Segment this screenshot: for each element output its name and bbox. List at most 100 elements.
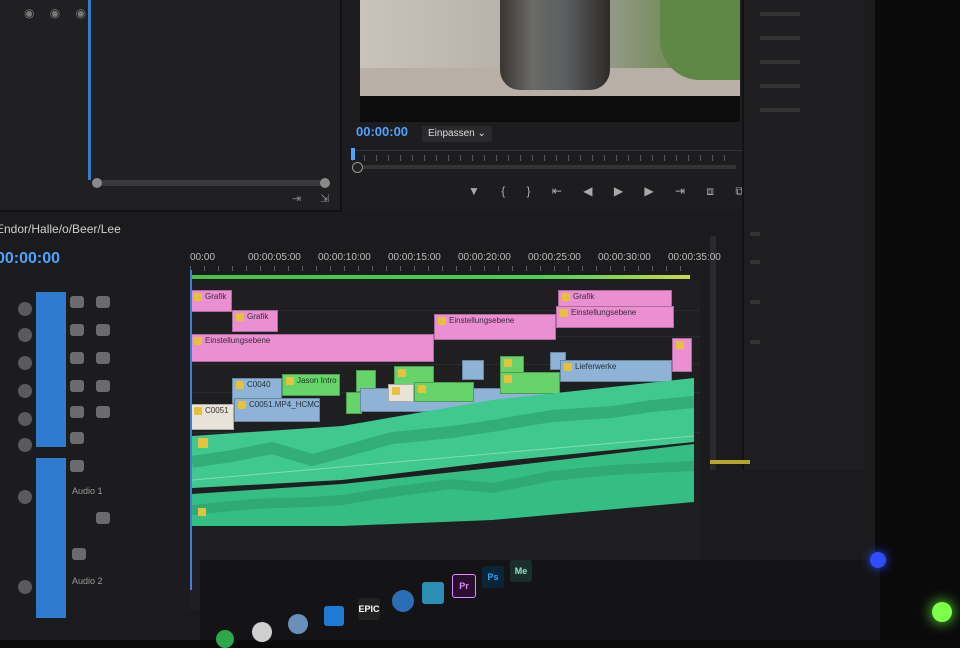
solo-icon[interactable]	[96, 512, 110, 524]
fx-badge-icon	[198, 438, 208, 448]
ruler-tick	[592, 155, 593, 161]
ruler-time-label: 00:00:30:00	[598, 252, 651, 263]
ruler-tick	[532, 155, 533, 161]
scroll-knob[interactable]	[352, 162, 363, 173]
ruler-tick	[664, 155, 665, 161]
ruler-tick	[448, 155, 449, 161]
media-encoder-icon[interactable]: Me	[510, 560, 532, 582]
source-playhead[interactable]	[88, 0, 91, 180]
ruler-tick	[376, 155, 377, 161]
clip-graphic[interactable]: Grafik	[190, 290, 232, 312]
ruler-tick	[386, 266, 387, 271]
toggle-output-icon[interactable]	[70, 296, 84, 308]
waveform-svg	[192, 378, 694, 526]
ruler-tick	[388, 155, 389, 161]
panel-line	[760, 36, 800, 40]
eye-icon[interactable]	[96, 296, 110, 308]
ruler-tick	[204, 266, 205, 271]
track-target-video[interactable]	[36, 292, 66, 447]
timeline-timecode[interactable]: 00:00:00	[0, 250, 60, 268]
ruler-tick	[424, 155, 425, 161]
clip-adjustment-layer[interactable]: Einstellungsebene	[190, 334, 434, 362]
ruler-tick	[610, 266, 611, 271]
ruler-tick	[344, 266, 345, 271]
fx-badge-icon	[194, 293, 202, 301]
lock-icon[interactable]	[18, 302, 32, 316]
ruler-tick	[544, 155, 545, 161]
ruler-tick	[472, 155, 473, 161]
clip-adjustment-layer[interactable]	[672, 338, 692, 372]
program-playhead[interactable]	[351, 148, 355, 160]
clip-adjustment-layer[interactable]: Einstellungsebene	[556, 306, 674, 328]
toggle-output-icon[interactable]	[70, 352, 84, 364]
lock-icon[interactable]	[18, 328, 32, 342]
lock-icon[interactable]	[18, 356, 32, 370]
photoshop-icon[interactable]: Ps	[482, 566, 504, 588]
browser-icon[interactable]	[288, 614, 308, 634]
ruler-tick	[400, 266, 401, 271]
source-zoom-scrollbar[interactable]	[92, 178, 330, 188]
ruler-tick	[218, 266, 219, 271]
ruler-tick	[372, 266, 373, 271]
ruler-tick	[582, 266, 583, 271]
ruler-tick	[724, 155, 725, 161]
clip-graphic[interactable]: Grafik	[232, 310, 278, 332]
app-icon[interactable]	[216, 630, 234, 648]
ruler-tick	[638, 266, 639, 271]
panel-line	[750, 260, 760, 264]
fx-badge-icon	[194, 337, 202, 345]
panel-line	[760, 60, 800, 64]
toggle-output-icon[interactable]	[70, 432, 84, 444]
ruler-tick	[456, 266, 457, 271]
eye-icon[interactable]	[96, 406, 110, 418]
epic-games-icon[interactable]: EPIC	[358, 598, 380, 620]
scroll-knob-left[interactable]	[92, 178, 102, 188]
mute-icon[interactable]	[72, 548, 86, 560]
ruler-tick	[260, 266, 261, 271]
toggle-output-icon[interactable]	[70, 324, 84, 336]
ruler-time-label: 00:00:25:00	[528, 252, 581, 263]
eye-icon[interactable]	[96, 352, 110, 364]
fit-dropdown[interactable]: Einpassen ⌄	[422, 126, 492, 142]
work-area-bar[interactable]	[190, 275, 690, 279]
eye-icon[interactable]	[96, 324, 110, 336]
ruler-tick	[680, 266, 681, 271]
lock-icon[interactable]	[18, 438, 32, 452]
timeline-playhead[interactable]	[190, 270, 192, 590]
panel-line	[760, 12, 800, 16]
app-icon[interactable]	[324, 606, 344, 626]
app-icon[interactable]	[392, 590, 414, 612]
sequence-title-tab[interactable]: Endor/Halle/o/Beer/Lee	[0, 222, 121, 236]
lock-icon[interactable]	[18, 490, 32, 504]
ruler-tick	[496, 155, 497, 161]
ruler-tick	[580, 155, 581, 161]
scroll-knob-right[interactable]	[320, 178, 330, 188]
app-icon[interactable]	[422, 582, 444, 604]
source-export-icons[interactable]: ⇥ ⇲	[292, 192, 338, 205]
clip-adjustment-layer[interactable]: Einstellungsebene	[434, 314, 556, 340]
whatsapp-icon[interactable]	[252, 622, 272, 642]
lock-icon[interactable]	[18, 580, 32, 594]
program-ruler[interactable]	[352, 150, 742, 173]
source-top-icons[interactable]: ◉ ◉ ◉	[24, 6, 92, 20]
toggle-output-icon[interactable]	[70, 406, 84, 418]
toggle-output-icon[interactable]	[70, 380, 84, 392]
program-timecode[interactable]: 00:00:00	[356, 124, 408, 139]
timeline-ruler[interactable]: 00:00 00:00:05:00 00:00:10:00 00:00:15:00 00…	[190, 252, 721, 274]
ruler-tick	[652, 266, 653, 271]
premiere-icon[interactable]: Pr	[452, 574, 476, 598]
lock-icon[interactable]	[18, 384, 32, 398]
ruler-tick	[508, 155, 509, 161]
audio-waveforms[interactable]	[192, 376, 694, 526]
track-target-audio[interactable]	[36, 458, 66, 618]
fit-label: Einpassen	[428, 128, 475, 139]
fx-badge-icon	[438, 317, 446, 325]
lock-icon[interactable]	[18, 412, 32, 426]
ruler-tick	[498, 266, 499, 271]
ruler-time-label: 00:00:20:00	[458, 252, 511, 263]
program-zoom-scrollbar[interactable]	[352, 162, 736, 173]
ruler-tick	[628, 155, 629, 161]
mute-icon[interactable]	[70, 460, 84, 472]
ruler-tick	[484, 155, 485, 161]
eye-icon[interactable]	[96, 380, 110, 392]
